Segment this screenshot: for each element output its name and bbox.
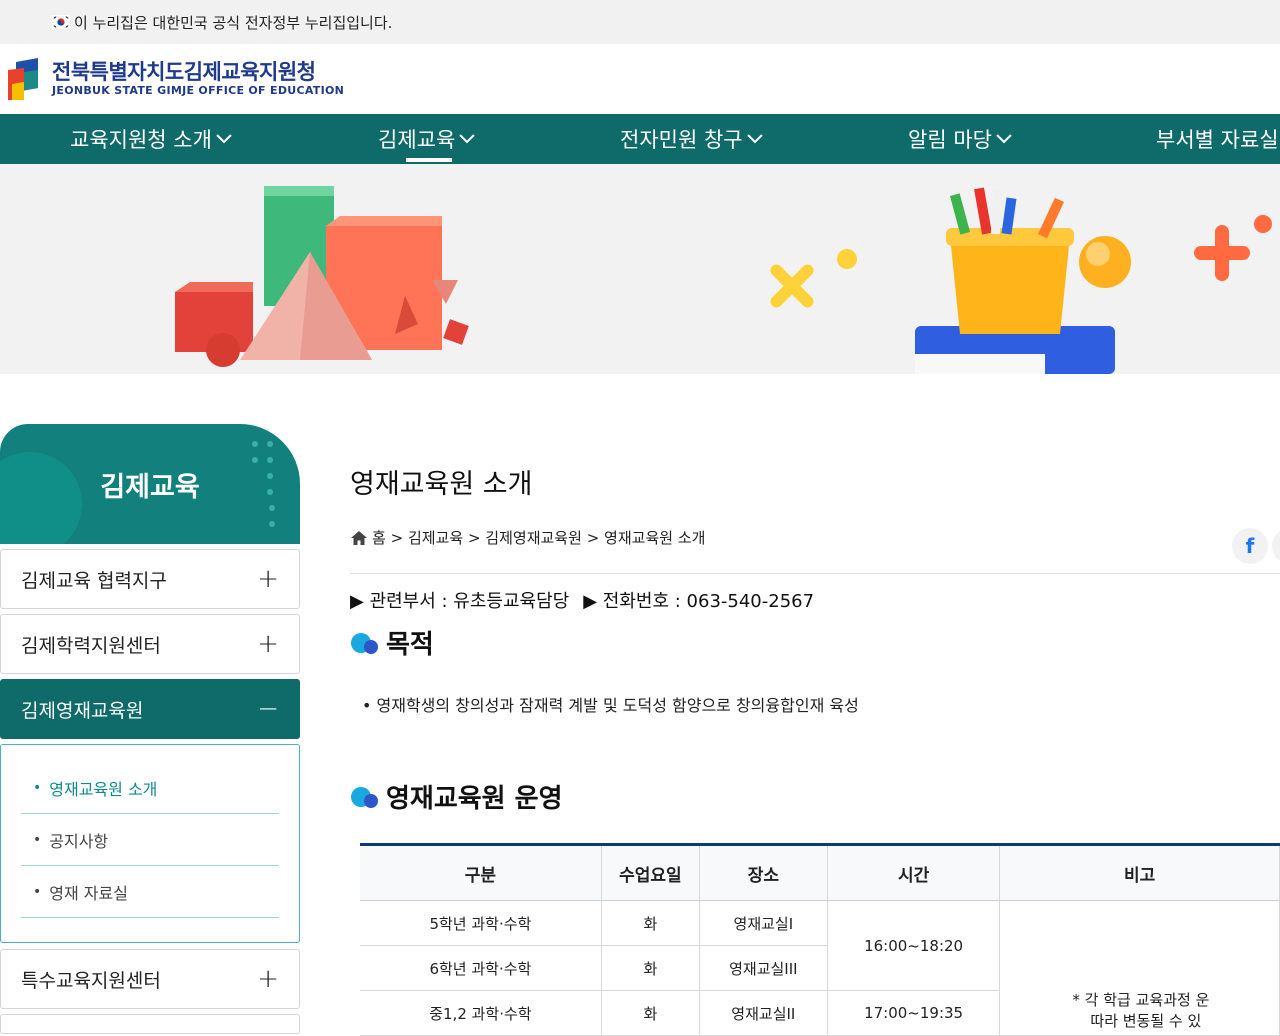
plus-icon: + <box>257 964 279 994</box>
chevron-down-icon <box>459 134 475 144</box>
breadcrumb-separator: > <box>390 528 404 547</box>
nav-item-label: 김제교육 <box>378 128 456 152</box>
page-title: 영재교육원 소개 <box>350 469 533 500</box>
sidebar-header: 김제교육 <box>0 424 300 544</box>
table-cell-note: * 각 학급 교육과정 운 따라 변동될 수 있 <box>999 900 1280 1036</box>
minus-icon: − <box>257 694 279 724</box>
table-header: 시간 <box>827 844 1001 901</box>
table-cell-time: 16:00~18:20 <box>827 900 1001 991</box>
sidebar-item-next[interactable] <box>0 1014 300 1034</box>
nav-item-notices[interactable]: 알림 마당 <box>908 114 1012 164</box>
main-nav: 교육지원청 소개 김제교육 전자민원 창구 알림 마당 부서별 자료실 <box>0 114 1280 164</box>
hero-banner <box>0 164 1280 374</box>
office-logo-icon <box>8 58 38 100</box>
table-header: 구분 <box>360 844 602 901</box>
table-cell: 영재교실III <box>699 945 828 991</box>
sidebar-submenu: • 영재교육원 소개 • 공지사항 • 영재 자료실 <box>0 744 300 943</box>
bullet-blob-icon <box>351 632 378 654</box>
table-cell: 5학년 과학·수학 <box>360 900 602 946</box>
nav-item-gimje-education[interactable]: 김제교육 <box>378 114 475 164</box>
chevron-down-icon <box>996 134 1012 144</box>
sidebar-item-cooperation-district[interactable]: 김제교육 협력지구 + <box>0 549 300 609</box>
hero-illustration <box>175 186 1272 374</box>
facebook-icon: f <box>1245 534 1255 558</box>
table-cell: 화 <box>601 945 700 991</box>
note-line: 따라 변동될 수 있 <box>1090 1012 1202 1030</box>
logo-name-ko: 전북특별자치도김제교육지원청 <box>52 60 316 84</box>
table-header-row: 구분 수업요일 장소 시간 비고 <box>360 844 1280 901</box>
sidebar-item-label: 김제영재교육원 <box>21 699 144 722</box>
sidebar-subitem-intro[interactable]: • 영재교육원 소개 <box>21 762 279 814</box>
gov-banner-text: 이 누리집은 대한민국 공식 전자정부 누리집입니다. <box>74 13 393 32</box>
table-cell: 화 <box>601 900 700 946</box>
table-cell: 영재교실II <box>699 990 828 1036</box>
sidebar-subitem-notices[interactable]: • 공지사항 <box>21 814 279 866</box>
purpose-text: • 영재학생의 창의성과 잠재력 계발 및 도덕성 함양으로 창의융합인재 육성 <box>362 696 859 715</box>
table-cell: 6학년 과학·수학 <box>360 945 602 991</box>
nav-item-label: 교육지원청 소개 <box>70 128 212 152</box>
site-logo[interactable]: 전북특별자치도김제교육지원청 JEONBUK STATE GIMJE OFFIC… <box>8 58 344 100</box>
sidebar-title: 김제교육 <box>100 471 200 503</box>
nav-item-label: 알림 마당 <box>908 128 992 152</box>
site-header: 전북특별자치도김제교육지원청 JEONBUK STATE GIMJE OFFIC… <box>0 44 1280 114</box>
sidebar-item-academic-support[interactable]: 김제학력지원센터 + <box>0 614 300 674</box>
table-cell: 중1,2 과학·수학 <box>360 990 602 1036</box>
bullet-icon: • <box>33 883 42 900</box>
sidebar-item-label: 김제학력지원센터 <box>21 634 161 657</box>
nav-item-e-civil[interactable]: 전자민원 창구 <box>620 114 763 164</box>
chevron-down-icon <box>746 134 763 144</box>
table-cell: 영재교실I <box>699 900 828 946</box>
korea-flag-icon <box>52 15 70 29</box>
sidebar-subitem-label: 영재교육원 소개 <box>49 779 158 799</box>
sidebar-item-special-education[interactable]: 특수교육지원센터 + <box>0 949 300 1009</box>
breadcrumb-current: 영재교육원 소개 <box>604 529 706 547</box>
section-title-purpose: 목적 <box>350 624 434 661</box>
section-title-text: 영재교육원 운영 <box>386 784 563 814</box>
related-dept: ▶ 관련부서 : 유초등교육담당 <box>350 591 570 612</box>
chevron-down-icon <box>216 134 232 144</box>
breadcrumb-gimje-education[interactable]: 김제교육 <box>408 527 463 548</box>
sidebar-subitem-label: 공지사항 <box>49 831 109 851</box>
breadcrumb-gifted-center[interactable]: 김제영재교육원 <box>485 527 582 548</box>
breadcrumb: 홈 > 김제교육 > 김제영재교육원 > 영재교육원 소개 <box>350 527 705 548</box>
sidebar-item-gifted-education[interactable]: 김제영재교육원 − <box>0 679 300 739</box>
section-title-text: 목적 <box>386 630 434 660</box>
contact-info: ▶ 관련부서 : 유초등교육담당 ▶ 전화번호 : 063-540-2567 <box>350 587 814 613</box>
sidebar-subitem-label: 영재 자료실 <box>49 883 128 903</box>
sidebar-subitem-resources[interactable]: • 영재 자료실 <box>21 866 279 918</box>
bullet-blob-icon <box>351 786 378 808</box>
section-title-operation: 영재교육원 운영 <box>350 778 563 815</box>
home-icon[interactable] <box>350 530 368 546</box>
plus-icon: + <box>257 629 279 659</box>
plus-icon: + <box>257 564 279 594</box>
nav-item-about[interactable]: 교육지원청 소개 <box>70 114 232 164</box>
logo-name-en: JEONBUK STATE GIMJE OFFICE OF EDUCATION <box>52 84 345 97</box>
facebook-share-button[interactable]: f <box>1232 528 1268 564</box>
nav-item-label: 부서별 자료실 <box>1156 128 1279 152</box>
sidebar-item-label: 특수교육지원센터 <box>21 969 161 992</box>
note-line: * 각 학급 교육과정 운 <box>1072 991 1210 1009</box>
operation-table: 구분 수업요일 장소 시간 비고 5학년 과학·수학 화 영재교실I 16:00… <box>360 843 1280 1036</box>
table-row: 5학년 과학·수학 화 영재교실I 16:00~18:20 * 각 학급 교육과… <box>360 900 1280 1036</box>
gov-banner: 이 누리집은 대한민국 공식 전자정부 누리집입니다. <box>0 0 1280 44</box>
table-header: 장소 <box>699 844 828 901</box>
breadcrumb-separator: > <box>467 528 481 547</box>
table-header: 비고 <box>999 844 1280 901</box>
breadcrumb-home[interactable]: 홈 <box>372 527 386 548</box>
nav-item-label: 전자민원 창구 <box>620 128 743 152</box>
table-header: 수업요일 <box>601 844 700 901</box>
nav-active-indicator <box>406 158 452 162</box>
table-cell: 화 <box>601 990 700 1036</box>
table-cell-time: 17:00~19:35 <box>827 990 1001 1036</box>
sidebar-item-label: 김제교육 협력지구 <box>21 569 167 592</box>
divider <box>350 573 1280 574</box>
share-button[interactable] <box>1272 528 1280 564</box>
breadcrumb-separator: > <box>586 528 600 547</box>
bullet-icon: • <box>33 831 42 848</box>
phone-number: ▶ 전화번호 : 063-540-2567 <box>583 591 815 612</box>
bullet-icon: • <box>33 779 42 796</box>
nav-item-dept-resources[interactable]: 부서별 자료실 <box>1156 114 1279 164</box>
